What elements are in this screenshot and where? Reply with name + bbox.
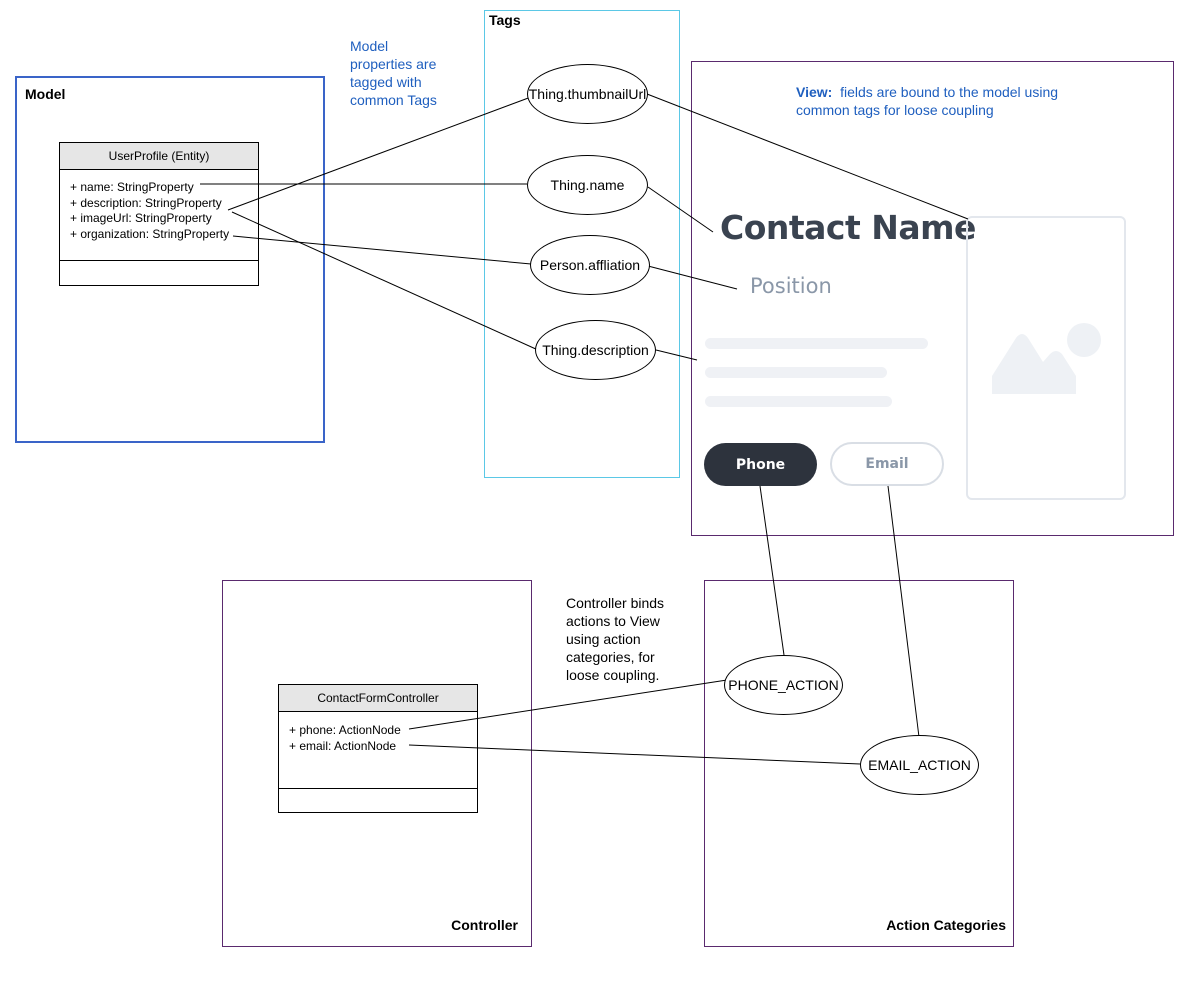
connector-line <box>887 485 920 738</box>
tag-description: Thing.description <box>535 320 656 380</box>
connector-line <box>408 679 728 730</box>
connector-line <box>759 485 785 656</box>
tag-name: Thing.name <box>527 155 648 215</box>
connector-line <box>646 93 969 220</box>
tag-thumbnailurl: Thing.thumbnailUrl <box>527 64 648 124</box>
connector-lines <box>200 93 969 765</box>
connector-line <box>408 744 861 765</box>
action-phone: PHONE_ACTION <box>724 655 843 715</box>
connector-line <box>227 96 532 211</box>
connector-line <box>647 186 714 233</box>
tag-affliation: Person.affliation <box>530 235 650 295</box>
connector-line <box>231 211 539 351</box>
action-email: EMAIL_ACTION <box>860 735 979 795</box>
connector-line <box>232 235 532 265</box>
connector-line <box>647 265 738 290</box>
connector-line <box>655 349 698 361</box>
